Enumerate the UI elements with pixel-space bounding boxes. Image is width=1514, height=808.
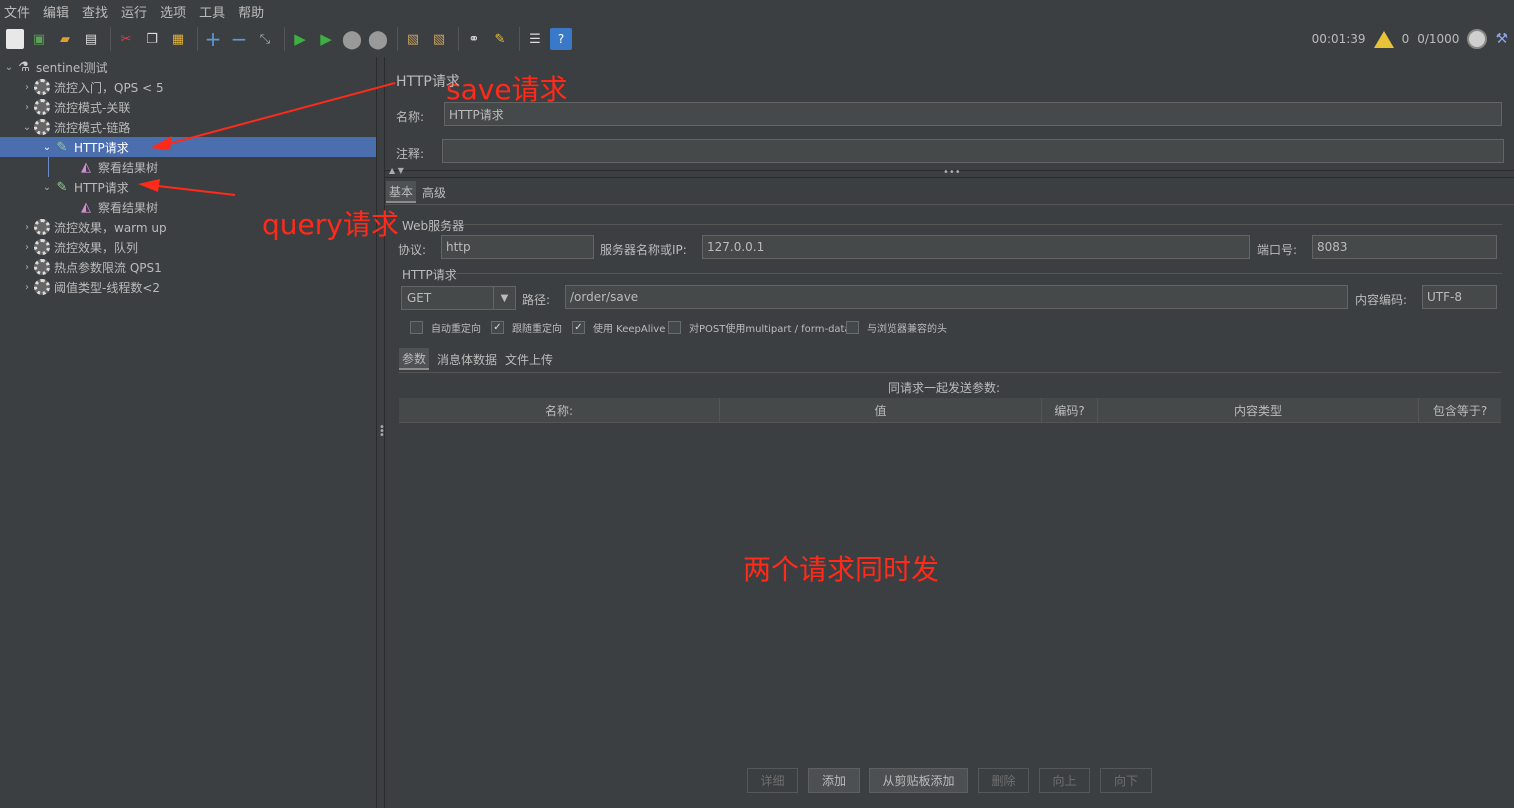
detail-button[interactable]: 详细 xyxy=(747,768,798,793)
checkbox-label: 跟随重定向 xyxy=(512,324,562,335)
column-encode[interactable]: 编码? xyxy=(1042,398,1098,423)
checkbox-label: 自动重定向 xyxy=(431,324,481,335)
checkbox-box[interactable] xyxy=(846,321,859,334)
annotation-center: 两个请求同时发 xyxy=(743,553,940,586)
column-content-type[interactable]: 内容类型 xyxy=(1098,398,1419,423)
web-server-group-label: Web服务器 xyxy=(402,219,465,233)
name-label: 名称: xyxy=(396,110,425,124)
server-field[interactable]: 127.0.0.1 xyxy=(702,235,1250,259)
split-arrows-icon[interactable]: ▲ ▼ xyxy=(389,166,404,175)
params-table-header: 名称: 值 编码? 内容类型 包含等于? xyxy=(399,398,1501,423)
port-label: 端口号: xyxy=(1257,243,1298,257)
column-name[interactable]: 名称: xyxy=(399,398,720,423)
delete-button[interactable]: 删除 xyxy=(978,768,1029,793)
comment-label: 注释: xyxy=(396,147,425,161)
move-up-button[interactable]: 向上 xyxy=(1039,768,1090,793)
group-divider xyxy=(462,224,1502,225)
tab-basic[interactable]: 基本 xyxy=(386,181,417,203)
subtab-divider xyxy=(399,372,1501,373)
path-field[interactable]: /order/save xyxy=(565,285,1348,309)
checkbox-label: 使用 KeepAlive xyxy=(593,324,666,335)
name-field[interactable]: HTTP请求 xyxy=(444,102,1502,126)
path-label: 路径: xyxy=(522,293,551,307)
method-value: GET xyxy=(407,291,432,305)
chevron-down-icon[interactable]: ▼ xyxy=(493,287,515,309)
server-label: 服务器名称或IP: xyxy=(600,243,687,257)
params-caption: 同请求一起发送参数: xyxy=(888,381,1001,395)
group-divider xyxy=(456,273,1502,274)
http-group-label: HTTP请求 xyxy=(402,268,457,282)
checkbox-box[interactable] xyxy=(410,321,423,334)
add-button[interactable]: 添加 xyxy=(808,768,860,793)
panel-title: HTTP请求 xyxy=(396,74,460,90)
checkbox-keepalive[interactable]: ✓ 使用 KeepAlive xyxy=(572,320,665,335)
add-from-clipboard-button[interactable]: 从剪贴板添加 xyxy=(869,768,968,793)
column-value[interactable]: 值 xyxy=(720,398,1042,423)
arrow-query xyxy=(157,185,236,196)
protocol-field[interactable]: http xyxy=(441,235,594,259)
checkbox-browser-headers[interactable]: 与浏览器兼容的头 xyxy=(846,320,947,335)
check-icon[interactable]: ✓ xyxy=(572,321,585,334)
checkbox-label: 与浏览器兼容的头 xyxy=(867,324,947,335)
split-dots-icon[interactable]: ••• xyxy=(943,167,961,178)
method-select[interactable]: GET ▼ xyxy=(401,286,516,310)
tab-body-data[interactable]: 消息体数据 xyxy=(434,348,500,370)
protocol-label: 协议: xyxy=(398,243,427,257)
column-include-equals[interactable]: 包含等于? xyxy=(1419,398,1501,423)
tab-divider xyxy=(385,204,1514,205)
checkbox-label: 对POST使用multipart / form-data xyxy=(689,324,851,335)
arrow-save xyxy=(167,82,396,145)
checkbox-multipart[interactable]: 对POST使用multipart / form-data xyxy=(668,320,851,335)
comment-field[interactable] xyxy=(442,139,1504,163)
annotation-query: query请求 xyxy=(262,208,399,241)
checkbox-follow-redirect[interactable]: ✓ 跟随重定向 xyxy=(491,320,562,335)
arrow-query-head xyxy=(138,179,160,192)
checkbox-box[interactable] xyxy=(668,321,681,334)
tab-advanced[interactable]: 高级 xyxy=(419,181,449,203)
arrow-save-head xyxy=(150,136,172,150)
tab-file-upload[interactable]: 文件上传 xyxy=(502,348,556,370)
move-down-button[interactable]: 向下 xyxy=(1100,768,1152,793)
encoding-label: 内容编码: xyxy=(1355,293,1408,307)
encoding-field[interactable]: UTF-8 xyxy=(1422,285,1497,309)
checkbox-auto-redirect[interactable]: 自动重定向 xyxy=(410,320,481,335)
port-field[interactable]: 8083 xyxy=(1312,235,1497,259)
tab-parameters[interactable]: 参数 xyxy=(399,348,430,370)
check-icon[interactable]: ✓ xyxy=(491,321,504,334)
